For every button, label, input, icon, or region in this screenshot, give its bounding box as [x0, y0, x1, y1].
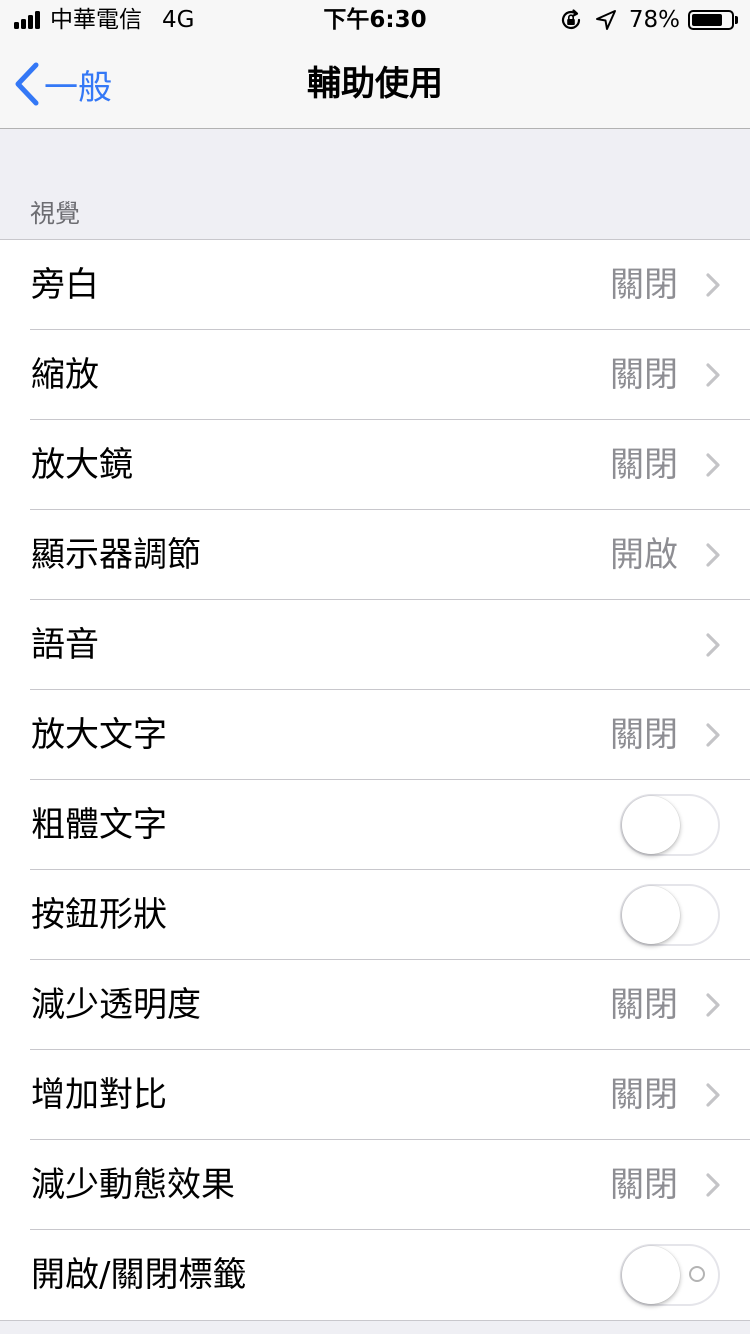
- chevron-right-icon: [706, 1083, 720, 1107]
- battery-icon: [688, 10, 734, 30]
- row-label: 縮放: [31, 355, 99, 395]
- row-value: 關閉: [610, 355, 678, 395]
- disclosure-row[interactable]: 旁白 關閉: [0, 240, 750, 330]
- battery-percent: 78%: [628, 7, 680, 33]
- toggle-switch[interactable]: [620, 1244, 720, 1306]
- row-label: 按鈕形狀: [31, 895, 167, 935]
- settings-list: 旁白 關閉 縮放 關閉 放大鏡 關閉 顯示器調節 開啟 語音 放大文字 關閉 粗體文字 按鈕形狀 減少透明…: [0, 239, 750, 1321]
- chevron-right-icon: [706, 543, 720, 567]
- chevron-right-icon: [706, 453, 720, 477]
- status-bar-right: 78%: [559, 4, 738, 36]
- row-label: 旁白: [31, 265, 99, 305]
- toggle-knob: [622, 796, 680, 854]
- disclosure-row[interactable]: 放大鏡 關閉: [0, 420, 750, 510]
- row-label: 顯示器調節: [31, 535, 201, 575]
- chevron-right-icon: [706, 993, 720, 1017]
- row-label: 粗體文字: [31, 805, 167, 845]
- off-label-icon: [689, 1266, 705, 1282]
- page-title: 輔助使用: [307, 64, 443, 104]
- rotation-lock-icon: [561, 9, 580, 30]
- row-value: 關閉: [610, 985, 678, 1025]
- chevron-right-icon: [706, 633, 720, 657]
- toggle-row[interactable]: 按鈕形狀: [0, 870, 750, 960]
- row-value: 關閉: [610, 445, 678, 485]
- toggle-knob: [622, 1246, 680, 1304]
- location-arrow-icon: [595, 10, 616, 30]
- chevron-right-icon: [706, 723, 720, 747]
- chevron-right-icon: [706, 363, 720, 387]
- disclosure-row[interactable]: 放大文字 關閉: [0, 690, 750, 780]
- section-header-vision: 視覺: [30, 199, 81, 228]
- disclosure-row[interactable]: 縮放 關閉: [0, 330, 750, 420]
- row-label: 減少動態效果: [31, 1165, 235, 1205]
- battery-cap: [735, 16, 738, 24]
- navigation-bar: 一般 輔助使用: [0, 40, 750, 129]
- status-bar: 中華電信 4G 下午6:30 78%: [0, 0, 750, 40]
- row-label: 放大文字: [31, 715, 167, 755]
- battery-fill: [692, 14, 722, 26]
- toggle-row[interactable]: 開啟/關閉標籤: [0, 1230, 750, 1320]
- disclosure-row[interactable]: 減少動態效果 關閉: [0, 1140, 750, 1230]
- row-value: 關閉: [610, 1165, 678, 1205]
- row-label: 增加對比: [31, 1075, 167, 1115]
- row-label: 語音: [31, 625, 99, 665]
- chevron-right-icon: [706, 273, 720, 297]
- toggle-knob: [622, 886, 680, 944]
- row-value: 關閉: [610, 715, 678, 755]
- disclosure-row[interactable]: 增加對比 關閉: [0, 1050, 750, 1140]
- chevron-right-icon: [706, 1173, 720, 1197]
- toggle-switch[interactable]: [620, 884, 720, 946]
- disclosure-row[interactable]: 語音: [0, 600, 750, 690]
- row-value: 關閉: [610, 265, 678, 305]
- row-value: 開啟: [610, 535, 678, 575]
- toggle-row[interactable]: 粗體文字: [0, 780, 750, 870]
- row-label: 減少透明度: [31, 985, 201, 1025]
- row-label: 放大鏡: [31, 445, 133, 485]
- row-label: 開啟/關閉標籤: [31, 1255, 247, 1295]
- toggle-switch[interactable]: [620, 794, 720, 856]
- disclosure-row[interactable]: 減少透明度 關閉: [0, 960, 750, 1050]
- disclosure-row[interactable]: 顯示器調節 開啟: [0, 510, 750, 600]
- row-value: 關閉: [610, 1075, 678, 1115]
